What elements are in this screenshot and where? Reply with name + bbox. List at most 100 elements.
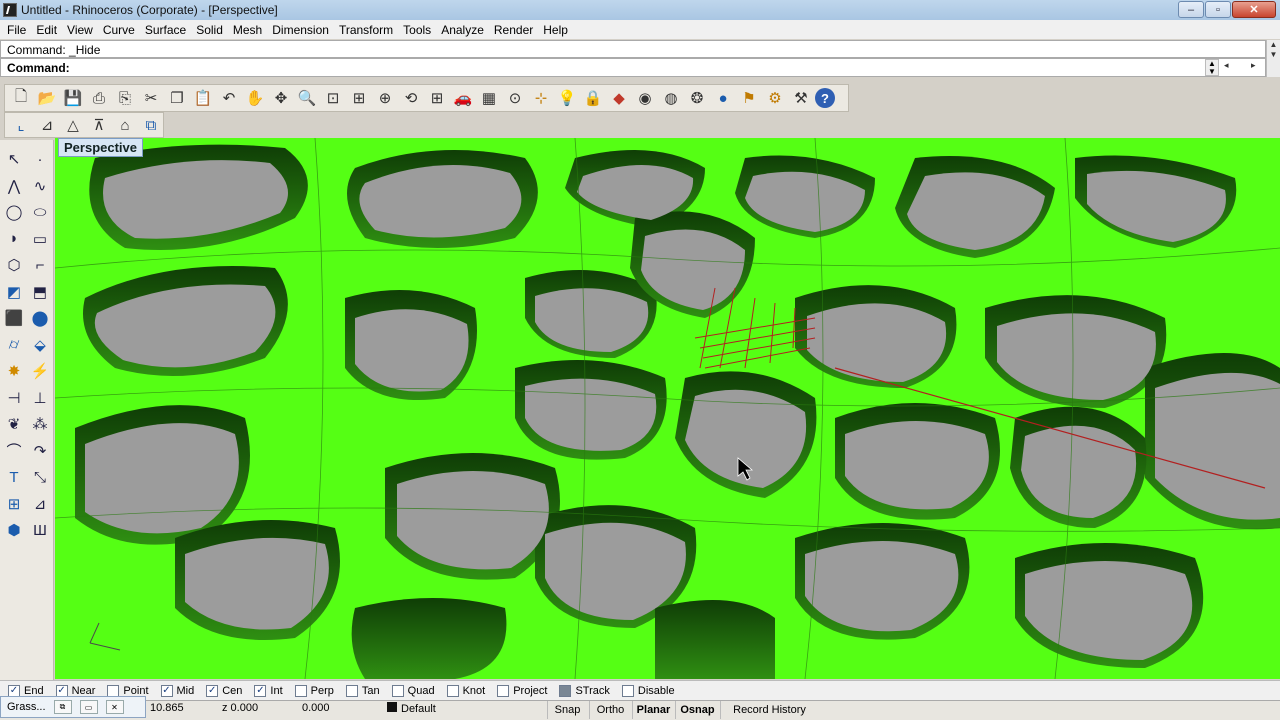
lock-icon[interactable]: 🔒: [581, 87, 605, 109]
import-icon[interactable]: ⎘: [113, 87, 137, 109]
checkbox-icon[interactable]: [254, 684, 267, 697]
osnap-tan[interactable]: Tan: [345, 684, 380, 697]
chamfer-icon[interactable]: ↷: [27, 438, 53, 465]
shaded-sphere-icon[interactable]: ●: [711, 87, 735, 109]
osnap-perp[interactable]: Perp: [294, 684, 334, 697]
open-icon[interactable]: 📂: [35, 87, 59, 109]
solid-box-icon[interactable]: ⬢: [1, 517, 27, 544]
named-cplanes-icon[interactable]: ⧉: [139, 114, 163, 136]
close-icon[interactable]: ✕: [105, 700, 124, 714]
perspective-viewport[interactable]: Perspective: [55, 138, 1280, 679]
osnap-end[interactable]: End: [8, 684, 44, 697]
paste-icon[interactable]: 📋: [191, 87, 215, 109]
osnap-disable[interactable]: Disable: [621, 684, 675, 697]
polygon-icon[interactable]: ⬡: [1, 252, 27, 279]
menu-curve[interactable]: Curve: [98, 23, 140, 37]
checkbox-icon[interactable]: [294, 684, 307, 697]
osnap-icon[interactable]: ⊹: [529, 87, 553, 109]
maximize-icon[interactable]: ▭: [79, 700, 98, 714]
osnap-project[interactable]: Project: [497, 684, 547, 697]
scroll-down-icon[interactable]: ▼: [1267, 50, 1280, 60]
curve-icon[interactable]: ∿: [27, 173, 53, 200]
settings-icon[interactable]: ⚙: [763, 87, 787, 109]
text-icon[interactable]: T: [1, 464, 27, 491]
cplane-view-icon[interactable]: ⌂: [113, 114, 137, 136]
layer-icon[interactable]: ◆: [607, 87, 631, 109]
checkbox-icon[interactable]: [55, 684, 68, 697]
close-button[interactable]: ✕: [1232, 1, 1276, 18]
zoom-window-icon[interactable]: ⊡: [321, 87, 345, 109]
polyline-icon[interactable]: ⋀: [1, 173, 27, 200]
zoom-icon[interactable]: 🔍: [295, 87, 319, 109]
menu-mesh[interactable]: Mesh: [228, 23, 267, 37]
menu-analyze[interactable]: Analyze: [436, 23, 489, 37]
join-icon[interactable]: ⊥: [27, 385, 53, 412]
cplane-object-icon[interactable]: ⊼: [87, 114, 111, 136]
boolean-union-icon[interactable]: ⬤: [27, 305, 53, 332]
four-viewports-icon[interactable]: ⊞: [425, 87, 449, 109]
fillet-curve-icon[interactable]: ⌐: [27, 252, 53, 279]
checkbox-icon[interactable]: [345, 684, 358, 697]
menu-file[interactable]: File: [2, 23, 31, 37]
osnap-quad[interactable]: Quad: [391, 684, 435, 697]
scroll-up-icon[interactable]: ▲: [1267, 40, 1280, 50]
checkbox-icon[interactable]: [446, 684, 459, 697]
transform-icon[interactable]: Ш: [27, 517, 53, 544]
minimized-panel-tab[interactable]: Grass... ⧉ ▭ ✕: [0, 696, 146, 718]
fillet-icon[interactable]: ⌒: [1, 438, 27, 465]
split-icon[interactable]: ⊣: [1, 385, 27, 412]
print-icon[interactable]: ⎙: [87, 87, 111, 109]
menu-render[interactable]: Render: [489, 23, 538, 37]
ungroup-icon[interactable]: ⁂: [27, 411, 53, 438]
cplane-icon[interactable]: ▦: [477, 87, 501, 109]
snap-toggle[interactable]: Snap: [547, 701, 587, 719]
cplane-3point-icon[interactable]: △: [61, 114, 85, 136]
menu-surface[interactable]: Surface: [140, 23, 191, 37]
osnap-knot[interactable]: Knot: [446, 684, 485, 697]
menu-edit[interactable]: Edit: [31, 23, 62, 37]
zoom-selected-icon[interactable]: ⊕: [373, 87, 397, 109]
checkbox-icon[interactable]: [559, 684, 572, 697]
osnap-point[interactable]: Point: [107, 684, 149, 697]
light-icon[interactable]: 💡: [555, 87, 579, 109]
menu-tools[interactable]: Tools: [398, 23, 436, 37]
minimize-button[interactable]: –: [1178, 1, 1204, 18]
checkbox-icon[interactable]: [206, 684, 219, 697]
osnap-cen[interactable]: Cen: [206, 684, 242, 697]
render-icon[interactable]: ⚑: [737, 87, 761, 109]
point-icon[interactable]: ·: [27, 146, 53, 173]
help-icon[interactable]: ?: [815, 88, 835, 108]
select-icon[interactable]: ↖: [1, 146, 27, 173]
cplane-origin-icon[interactable]: ⌞: [9, 114, 33, 136]
pan-icon[interactable]: ✋: [243, 87, 267, 109]
save-icon[interactable]: 💾: [61, 87, 85, 109]
restore-icon[interactable]: ⧉: [53, 700, 72, 714]
command-input[interactable]: Command:: [0, 58, 1266, 77]
current-layer[interactable]: Default: [387, 702, 436, 715]
menu-view[interactable]: View: [62, 23, 98, 37]
circle-icon[interactable]: ◯: [1, 199, 27, 226]
zoom-extents-icon[interactable]: ⊞: [347, 87, 371, 109]
group-icon[interactable]: ❦: [1, 411, 27, 438]
new-icon[interactable]: 🗋: [9, 87, 33, 109]
maximize-button[interactable]: ▫: [1205, 1, 1231, 18]
dimension-icon[interactable]: ⊿: [27, 491, 53, 518]
checkbox-icon[interactable]: [497, 684, 510, 697]
box-icon[interactable]: ⬛: [1, 305, 27, 332]
checkbox-icon[interactable]: [391, 684, 404, 697]
checkbox-icon[interactable]: [107, 684, 120, 697]
rotate-view-icon[interactable]: ⟲: [399, 87, 423, 109]
checkbox-icon[interactable]: [8, 684, 20, 697]
tool-options-icon[interactable]: ⚒: [789, 87, 813, 109]
checkbox-icon[interactable]: [160, 684, 173, 697]
undo-icon[interactable]: ↶: [217, 87, 241, 109]
circle-point-icon[interactable]: ⊙: [503, 87, 527, 109]
osnap-strack[interactable]: STrack: [559, 684, 610, 697]
cylinder-icon[interactable]: ⌭: [1, 332, 27, 359]
osnap-toggle[interactable]: Osnap: [675, 701, 719, 719]
osnap-near[interactable]: Near: [55, 684, 95, 697]
rectangle-icon[interactable]: ▭: [27, 226, 53, 253]
menu-help[interactable]: Help: [538, 23, 573, 37]
surface-corner-icon[interactable]: ◩: [1, 279, 27, 306]
checkbox-icon[interactable]: [621, 684, 634, 697]
